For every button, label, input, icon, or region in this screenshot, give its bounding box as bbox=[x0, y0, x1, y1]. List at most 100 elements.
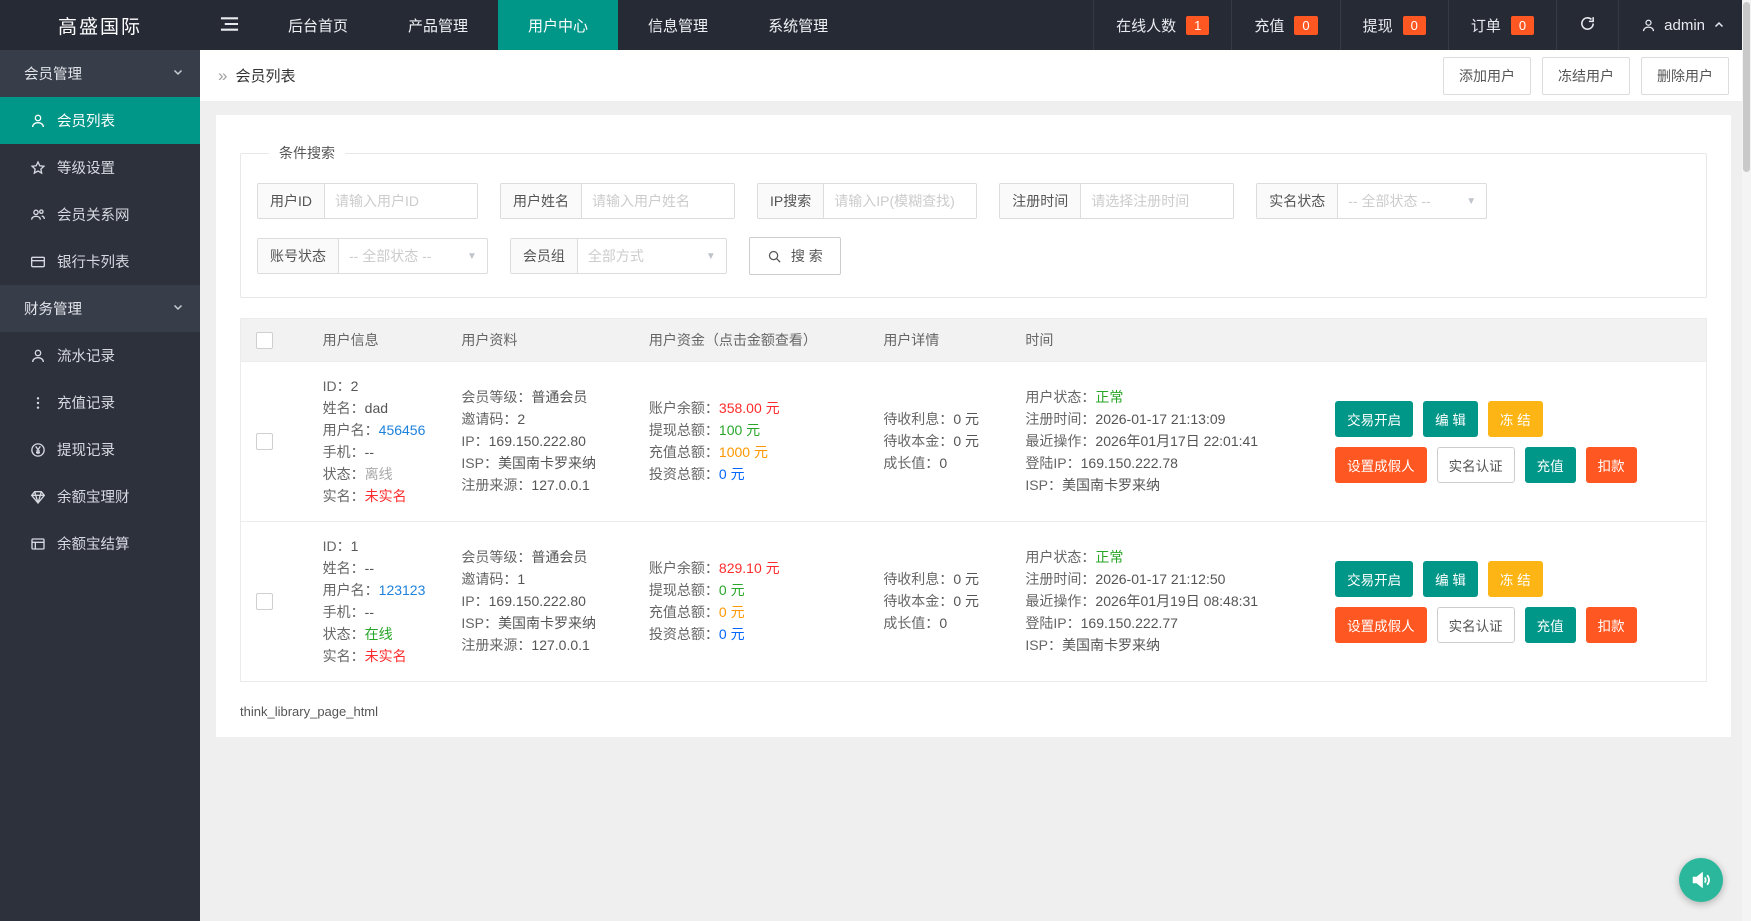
nav-item[interactable]: 信息管理 bbox=[618, 0, 738, 50]
topbar: 高盛国际 后台首页 产品管理 用户中心 信息管理 系统管理 bbox=[0, 0, 1751, 50]
sidebar-item[interactable]: 余额宝理财 bbox=[0, 473, 200, 520]
action-button[interactable]: 设置成假人 bbox=[1335, 447, 1427, 483]
audio-notification-button[interactable] bbox=[1679, 858, 1723, 902]
field-input[interactable] bbox=[824, 184, 976, 218]
users-icon bbox=[30, 207, 46, 223]
field-name: 提现总额： bbox=[649, 422, 719, 438]
select-all-checkbox[interactable] bbox=[256, 332, 273, 349]
field-input[interactable] bbox=[1081, 184, 1233, 218]
topbar-stat[interactable]: 提现 0 bbox=[1340, 0, 1448, 50]
sidebar-item[interactable]: 充值记录 bbox=[0, 379, 200, 426]
field-input[interactable] bbox=[582, 184, 734, 218]
toolbar-button[interactable]: 删除用户 bbox=[1641, 57, 1729, 95]
sidebar-group-header[interactable]: 会员管理 bbox=[0, 50, 200, 97]
field-value: 2026-01-17 21:12:50 bbox=[1095, 571, 1225, 587]
sidebar-item[interactable]: 流水记录 bbox=[0, 332, 200, 379]
toolbar-button[interactable]: 冻结用户 bbox=[1542, 57, 1630, 95]
action-button[interactable]: 充值 bbox=[1525, 607, 1576, 643]
field-input[interactable] bbox=[325, 184, 477, 218]
search-field[interactable]: IP搜索 ▼ bbox=[757, 183, 977, 219]
field-value[interactable]: 456456 bbox=[379, 422, 426, 438]
fund-amount[interactable]: 0 元 bbox=[719, 582, 745, 598]
action-button[interactable]: 编 辑 bbox=[1423, 561, 1478, 597]
fund-amount[interactable]: 829.10 元 bbox=[719, 560, 780, 576]
nav-item[interactable]: 后台首页 bbox=[258, 0, 378, 50]
field-value: 127.0.0.1 bbox=[531, 477, 589, 493]
fund-amount[interactable]: 1000 元 bbox=[719, 444, 768, 460]
list-icon bbox=[30, 536, 46, 552]
field-value: 普通会员 bbox=[531, 389, 587, 405]
scrollbar-thumb[interactable] bbox=[1743, 2, 1750, 172]
table-row: ID：2 姓名：dad 用户名：456456 bbox=[241, 361, 1706, 521]
breadcrumb-arrow: » bbox=[218, 66, 227, 86]
field-name: 投资总额： bbox=[649, 466, 719, 482]
field-value: 127.0.0.1 bbox=[531, 637, 589, 653]
nav-item[interactable]: 系统管理 bbox=[738, 0, 858, 50]
field-name: 最近操作： bbox=[1025, 593, 1095, 609]
field-value[interactable]: 123123 bbox=[379, 582, 426, 598]
nav-item[interactable]: 用户中心 bbox=[498, 0, 618, 50]
search-field[interactable]: 用户ID ▼ bbox=[257, 183, 478, 219]
sidebar-group: 会员管理 会员列表 等级设置 bbox=[0, 50, 200, 285]
search-field[interactable]: 注册时间 ▼ bbox=[999, 183, 1234, 219]
search-field[interactable]: 账号状态 -- 全部状态 -- ▼ bbox=[257, 238, 488, 274]
field-value: 正常 bbox=[1095, 549, 1123, 565]
field-name: 账户余额： bbox=[649, 560, 719, 576]
action-button[interactable]: 充值 bbox=[1525, 447, 1576, 483]
action-button[interactable]: 交易开启 bbox=[1335, 561, 1413, 597]
action-button[interactable]: 冻 结 bbox=[1488, 401, 1543, 437]
sidebar-item[interactable]: 等级设置 bbox=[0, 144, 200, 191]
search-button[interactable]: 搜 索 bbox=[749, 237, 841, 275]
topbar-stat[interactable]: 订单 0 bbox=[1448, 0, 1556, 50]
search-field[interactable]: 用户姓名 ▼ bbox=[500, 183, 735, 219]
action-button[interactable]: 实名认证 bbox=[1437, 447, 1515, 483]
main-area: » 会员列表 添加用户 冻结用户 删除用户 条件搜索 bbox=[200, 50, 1751, 921]
action-button[interactable]: 实名认证 bbox=[1437, 607, 1515, 643]
user-profile-cell: 会员等级：普通会员 邀请码：1 IP：169.150.222.80 bbox=[453, 546, 641, 657]
search-field[interactable]: 实名状态 -- 全部状态 -- ▼ bbox=[1256, 183, 1487, 219]
topbar-stat[interactable]: 在线人数 1 bbox=[1093, 0, 1231, 50]
yen-circle-icon bbox=[30, 442, 46, 458]
user-icon bbox=[1641, 18, 1656, 33]
field-name: 邀请码： bbox=[461, 411, 517, 427]
action-button[interactable]: 交易开启 bbox=[1335, 401, 1413, 437]
search-field[interactable]: 会员组 全部方式 ▼ bbox=[510, 238, 727, 274]
sidebar-toggle-button[interactable] bbox=[200, 0, 258, 50]
field-value: 0 元 bbox=[953, 571, 979, 587]
sidebar-group-label: 财务管理 bbox=[24, 298, 82, 319]
sidebar-item[interactable]: 会员列表 bbox=[0, 97, 200, 144]
sidebar-item[interactable]: 余额宝结算 bbox=[0, 520, 200, 567]
table-header-row: 用户信息 用户资料 用户资金（点击金额查看） 用户详情 时间 bbox=[241, 319, 1706, 361]
action-button[interactable]: 设置成假人 bbox=[1335, 607, 1427, 643]
field-name: 会员等级： bbox=[461, 549, 531, 565]
sidebar-item[interactable]: 提现记录 bbox=[0, 426, 200, 473]
action-button[interactable]: 扣款 bbox=[1586, 447, 1637, 483]
ellipsis-icon bbox=[30, 395, 46, 411]
field-value: 0 元 bbox=[953, 433, 979, 449]
sidebar-item-label: 充值记录 bbox=[57, 392, 115, 413]
field-value: 正常 bbox=[1095, 389, 1123, 405]
fund-amount[interactable]: 0 元 bbox=[719, 604, 745, 620]
select-value: -- 全部状态 -- bbox=[339, 239, 467, 273]
action-button[interactable]: 编 辑 bbox=[1423, 401, 1478, 437]
sidebar-item[interactable]: 会员关系网 bbox=[0, 191, 200, 238]
fund-amount[interactable]: 358.00 元 bbox=[719, 400, 780, 416]
field-name: 待收利息： bbox=[883, 571, 953, 587]
user-menu[interactable]: admin bbox=[1618, 0, 1751, 50]
sidebar-group-header[interactable]: 财务管理 bbox=[0, 285, 200, 332]
fund-amount[interactable]: 100 元 bbox=[719, 422, 760, 438]
caret-down-icon: ▼ bbox=[706, 239, 726, 273]
row-checkbox[interactable] bbox=[256, 593, 273, 610]
fund-amount[interactable]: 0 元 bbox=[719, 466, 745, 482]
time-cell: 用户状态：正常 注册时间：2026-01-17 21:13:09 最近操作：20… bbox=[1017, 386, 1303, 497]
row-checkbox[interactable] bbox=[256, 433, 273, 450]
action-button[interactable]: 扣款 bbox=[1586, 607, 1637, 643]
refresh-button[interactable] bbox=[1556, 0, 1618, 50]
nav-item[interactable]: 产品管理 bbox=[378, 0, 498, 50]
toolbar-button[interactable]: 添加用户 bbox=[1443, 57, 1531, 95]
fund-amount[interactable]: 0 元 bbox=[719, 626, 745, 642]
sidebar-item[interactable]: 银行卡列表 bbox=[0, 238, 200, 285]
action-button[interactable]: 冻 结 bbox=[1488, 561, 1543, 597]
topbar-stat[interactable]: 充值 0 bbox=[1231, 0, 1339, 50]
row-actions: 交易开启 编 辑 冻 结 bbox=[1335, 401, 1655, 483]
